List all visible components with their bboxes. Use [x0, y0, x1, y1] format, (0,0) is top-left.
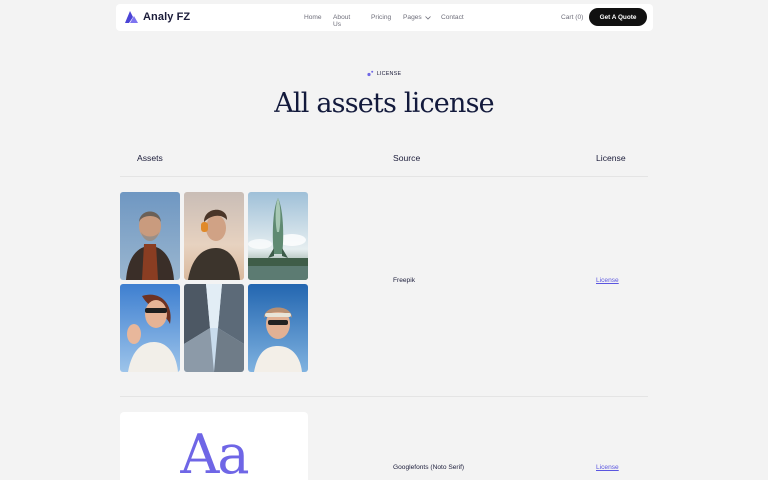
photo-woman-headband — [248, 284, 308, 372]
cart-link[interactable]: Cart (0) — [561, 14, 583, 21]
navbar: Analy FZ Home About Us Pricing Pages Con… — [116, 4, 653, 31]
get-a-quote-button[interactable]: Get A Quote — [589, 8, 647, 26]
row-divider — [120, 396, 648, 397]
row-source: Freepik — [393, 277, 415, 284]
photo-skyscrapers — [184, 284, 244, 372]
column-header-source: Source — [393, 153, 421, 163]
nav-link-pages[interactable]: Pages — [403, 14, 431, 21]
font-sample-card: Aa — [120, 412, 308, 480]
chevron-down-icon — [424, 15, 431, 20]
column-header-license: License — [596, 153, 626, 163]
license-link[interactable]: License — [596, 464, 619, 471]
photo-woman-sunglasses — [120, 284, 180, 372]
brand[interactable]: Analy FZ — [124, 10, 190, 24]
eyebrow-label: LICENSE — [376, 70, 402, 77]
brand-name: Analy FZ — [143, 11, 191, 23]
font-sample-text: Aa — [180, 423, 249, 480]
nav-link-about[interactable]: About Us — [333, 14, 350, 28]
header-divider — [120, 176, 648, 177]
sparkle-icon — [367, 70, 374, 77]
nav-link-pricing[interactable]: Pricing — [371, 14, 391, 21]
page-title: All assets license — [274, 88, 494, 119]
photo-rocket — [248, 192, 308, 280]
photo-man-headphones — [184, 192, 244, 280]
license-link[interactable]: License — [596, 277, 619, 284]
asset-image-grid — [120, 192, 308, 372]
eyebrow: LICENSE — [0, 70, 768, 77]
nav-link-pages-label: Pages — [403, 14, 422, 21]
column-header-assets: Assets — [137, 153, 163, 163]
nav-link-contact[interactable]: Contact — [441, 14, 464, 21]
row-source: Googlefonts (Noto Serif) — [393, 464, 465, 471]
logo-icon — [124, 10, 139, 24]
photo-bearded-man — [120, 192, 180, 280]
nav-link-home[interactable]: Home — [304, 14, 322, 21]
